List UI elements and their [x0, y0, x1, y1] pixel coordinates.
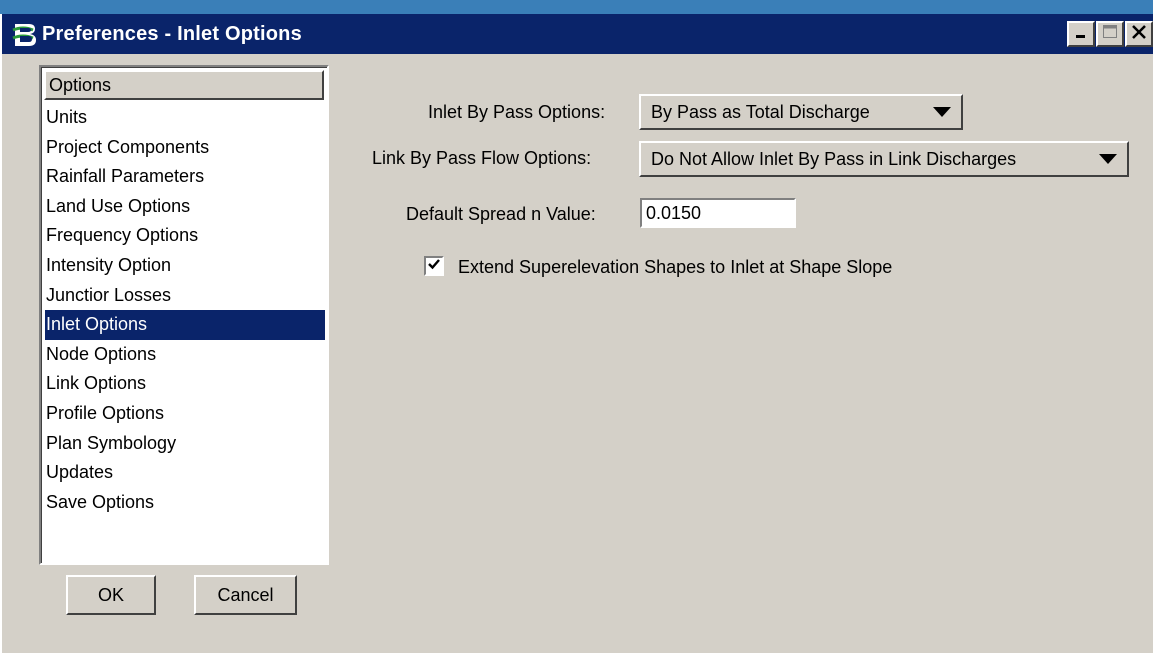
list-item-profile-options[interactable]: Profile Options [45, 399, 325, 429]
list-item-land-use-options[interactable]: Land Use Options [45, 192, 325, 222]
spread-value-field[interactable]: 0.0150 [640, 198, 796, 228]
ok-button[interactable]: OK [66, 575, 156, 615]
list-item-rainfall-parameters[interactable]: Rainfall Parameters [45, 162, 325, 192]
extend-superelevation-label: Extend Superelevation Shapes to Inlet at… [458, 257, 893, 277]
extend-superelevation-checkbox[interactable] [424, 256, 444, 276]
inlet-bypass-value: By Pass as Total Discharge [651, 101, 870, 122]
list-item-updates[interactable]: Updates [45, 458, 325, 488]
maximize-button[interactable] [1096, 21, 1124, 47]
list-item-inlet-options[interactable]: Inlet Options [45, 310, 325, 340]
minimize-icon [1074, 25, 1088, 44]
checkmark-icon [427, 257, 441, 276]
options-list-items: Units Project Components Rainfall Parame… [45, 103, 325, 517]
list-item-plan-symbology[interactable]: Plan Symbology [45, 429, 325, 459]
bentley-b-icon [10, 20, 38, 48]
maximize-icon [1102, 24, 1118, 45]
link-bypass-dropdown[interactable]: Do Not Allow Inlet By Pass in Link Disch… [639, 141, 1129, 177]
close-button[interactable] [1125, 21, 1153, 47]
list-item-link-options[interactable]: Link Options [45, 369, 325, 399]
title-bar[interactable]: Preferences - Inlet Options [2, 14, 1153, 54]
inlet-bypass-dropdown[interactable]: By Pass as Total Discharge [639, 94, 963, 130]
list-item-frequency-options[interactable]: Frequency Options [45, 221, 325, 251]
list-item-project-components[interactable]: Project Components [45, 133, 325, 163]
preferences-window: Preferences - Inlet Options Options Unit… [0, 14, 1153, 653]
list-item-intensity-option[interactable]: Intensity Option [45, 251, 325, 281]
chevron-down-icon [933, 107, 951, 117]
window-controls [1066, 21, 1153, 47]
chevron-down-icon [1099, 154, 1117, 164]
list-item-junction-losses[interactable]: Junctior Losses [45, 281, 325, 311]
list-item-node-options[interactable]: Node Options [45, 340, 325, 370]
inlet-bypass-label: Inlet By Pass Options: [428, 102, 606, 122]
list-item-units[interactable]: Units [45, 103, 325, 133]
spread-value-label: Default Spread n Value: [406, 204, 596, 224]
window-title: Preferences - Inlet Options [42, 22, 302, 45]
options-listbox[interactable]: Options Units Project Components Rainfal… [39, 65, 329, 565]
link-bypass-value: Do Not Allow Inlet By Pass in Link Disch… [651, 148, 1017, 169]
close-icon [1131, 24, 1147, 45]
options-list-header: Options [44, 70, 324, 100]
minimize-button[interactable] [1067, 21, 1095, 47]
cancel-button[interactable]: Cancel [194, 575, 297, 615]
list-item-save-options[interactable]: Save Options [45, 488, 325, 518]
link-bypass-label: Link By Pass Flow Options: [372, 148, 592, 168]
